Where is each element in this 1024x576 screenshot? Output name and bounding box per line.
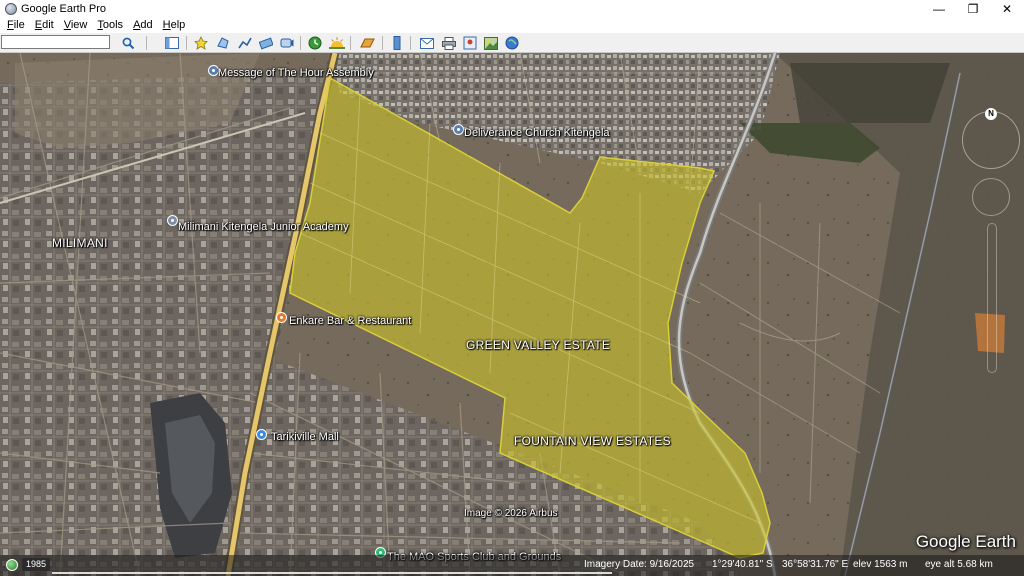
- save-image-button[interactable]: [482, 35, 499, 51]
- menu-tools[interactable]: Tools: [92, 19, 128, 31]
- restore-button[interactable]: ❐: [956, 0, 990, 17]
- polygon-icon: [216, 37, 229, 49]
- save-image-icon: [483, 36, 498, 50]
- record-tour-icon: [280, 38, 293, 48]
- menu-bar: File Edit View Tools Add Help: [0, 17, 1024, 33]
- imagery-credit: Image © 2026 Airbus: [464, 508, 558, 519]
- title-bar: Google Earth Pro — ❐ ✕: [0, 0, 1024, 17]
- image-overlay-icon: [258, 37, 273, 50]
- ruler-button[interactable]: [388, 35, 405, 51]
- menu-file[interactable]: File: [2, 19, 30, 31]
- status-bar: 1985 Imagery Date: 9/16/2025 1°29'40.81"…: [0, 555, 1024, 576]
- window-title: Google Earth Pro: [21, 2, 106, 15]
- record-tour-button[interactable]: [278, 35, 295, 51]
- minimize-button[interactable]: —: [922, 0, 956, 17]
- north-indicator[interactable]: N: [985, 108, 997, 120]
- email-button[interactable]: [418, 35, 435, 51]
- close-button[interactable]: ✕: [990, 0, 1024, 17]
- elevation-readout: elev 1563 m: [853, 559, 908, 570]
- sidebar-toggle-button[interactable]: [163, 35, 180, 51]
- google-earth-logo: Google Earth: [915, 532, 1016, 551]
- menu-edit[interactable]: Edit: [30, 19, 59, 31]
- label-deliverance-church[interactable]: Deliverance Church Kitengela: [464, 127, 610, 139]
- planet-icon: [359, 38, 375, 48]
- menu-help[interactable]: Help: [158, 19, 191, 31]
- google-earth-app-icon: [5, 2, 17, 15]
- toolbar-separator: [186, 36, 187, 50]
- menu-view[interactable]: View: [59, 19, 93, 31]
- label-milimani[interactable]: MILIMANI: [52, 236, 108, 250]
- label-fountain-view-estates[interactable]: FOUNTAIN VIEW ESTATES: [514, 434, 671, 448]
- toolbar-separator: [146, 36, 147, 50]
- view-in-maps-button[interactable]: [461, 35, 478, 51]
- latitude-readout: 1°29'40.81" S: [712, 559, 773, 570]
- search-input[interactable]: [1, 35, 110, 49]
- church-pin-icon[interactable]: [453, 124, 464, 135]
- label-enkare-restaurant[interactable]: Enkare Bar & Restaurant: [289, 315, 411, 327]
- sunlight-button[interactable]: [328, 35, 345, 51]
- historical-globe-icon[interactable]: [6, 559, 18, 571]
- add-polygon-button[interactable]: [214, 35, 231, 51]
- look-joystick[interactable]: [972, 178, 1010, 216]
- search-button[interactable]: [120, 35, 137, 51]
- longitude-readout: 36°58'31.76" E: [782, 559, 849, 570]
- toolbar-separator: [410, 36, 411, 50]
- email-icon: [419, 37, 434, 49]
- window-controls: — ❐ ✕: [922, 0, 1024, 17]
- toolbar-separator: [300, 36, 301, 50]
- zoom-slider[interactable]: [987, 223, 997, 373]
- historical-imagery-button[interactable]: [306, 35, 323, 51]
- historical-timeline[interactable]: [52, 572, 612, 574]
- sidebar-icon: [164, 37, 179, 49]
- print-button[interactable]: [440, 35, 457, 51]
- restaurant-pin-icon[interactable]: [276, 312, 287, 323]
- toolbar: [0, 33, 1024, 53]
- add-path-button[interactable]: [236, 35, 253, 51]
- shopping-pin-icon[interactable]: [256, 429, 267, 440]
- pushpin-icon: [193, 36, 208, 50]
- eye-altitude-readout: eye alt 5.68 km: [925, 559, 993, 570]
- magnifier-icon: [122, 37, 135, 49]
- path-icon: [237, 37, 252, 49]
- google-maps-icon: [463, 36, 476, 50]
- menu-add[interactable]: Add: [128, 19, 158, 31]
- add-placemark-button[interactable]: [192, 35, 209, 51]
- imagery-date: Imagery Date: 9/16/2025: [584, 559, 695, 570]
- ruler-icon: [393, 36, 400, 50]
- map-view[interactable]: N Message of The Hour Assembly Deliveran…: [0, 53, 1024, 576]
- globe-icon: [505, 36, 518, 50]
- historical-imagery-icon: [308, 36, 321, 50]
- add-image-overlay-button[interactable]: [257, 35, 274, 51]
- toolbar-separator: [382, 36, 383, 50]
- print-icon: [441, 36, 456, 50]
- label-message-assembly[interactable]: Message of The Hour Assembly: [218, 67, 374, 79]
- label-tarikiville-mall[interactable]: Tarikiville Mall: [271, 431, 339, 443]
- sun-icon: [328, 37, 345, 49]
- label-green-valley-estate[interactable]: GREEN VALLEY ESTATE: [466, 338, 610, 352]
- toolbar-separator: [350, 36, 351, 50]
- switch-planet-button[interactable]: [358, 35, 375, 51]
- historical-year-badge[interactable]: 1985: [22, 558, 51, 571]
- label-milimani-academy[interactable]: Milimani Kitengela Junior Academy: [178, 221, 349, 233]
- earth-view-button[interactable]: [503, 35, 520, 51]
- school-pin-icon[interactable]: [167, 215, 178, 226]
